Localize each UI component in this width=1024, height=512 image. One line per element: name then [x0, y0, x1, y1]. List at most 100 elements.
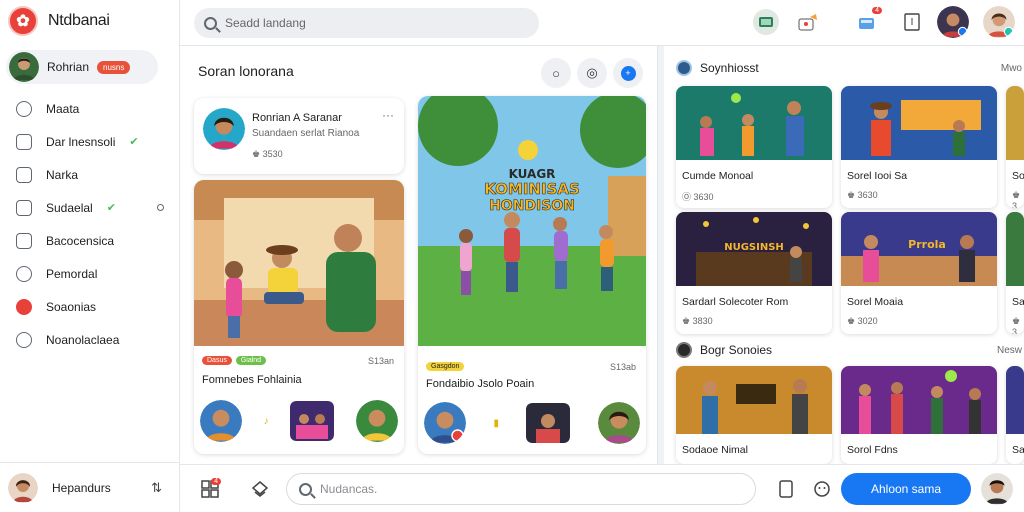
video-card[interactable]: Soo ♚ 3	[1006, 86, 1024, 208]
thumb-avatar[interactable]	[200, 400, 242, 442]
page-icon[interactable]	[898, 8, 926, 36]
gift-icon[interactable]	[794, 8, 822, 36]
video-card[interactable]: San ♚ 3	[1006, 212, 1024, 334]
video-card[interactable]: NUGSINSH Sardarl Solecoter Rom ♚ 3830	[676, 212, 832, 334]
bottom-bar: 4 Nudancas. Ahloon sama	[180, 464, 1024, 512]
brand[interactable]: ✿ Ntdbanai	[8, 6, 110, 36]
user-avatar[interactable]	[937, 6, 969, 38]
video-card[interactable]: Cumde Monoal Ⓞ 3630	[676, 86, 832, 208]
media-card[interactable]: Dasus Gialnd S13an Fomnebes Fohlainia ♪	[194, 180, 404, 454]
thumb-avatar[interactable]	[597, 402, 640, 444]
video-card[interactable]: Prrola Sorel Moaia ♚ 3020	[841, 212, 997, 334]
verified-check-icon: ✔	[106, 202, 116, 214]
user-avatar[interactable]	[983, 6, 1015, 38]
thumb-image[interactable]	[526, 403, 571, 443]
post-card[interactable]: Ronrian A Saranar Suandaen serlat Rianoa…	[194, 98, 404, 174]
card-title: Fomnebes Fohlainia	[202, 374, 302, 386]
sidebar-item-label: Dar lnesnsoli	[46, 134, 116, 149]
thumb-image[interactable]	[290, 401, 335, 441]
layers-icon[interactable]	[250, 479, 270, 499]
more-options-icon[interactable]: ···	[382, 108, 394, 122]
poster-top-text: KUAGR	[509, 167, 556, 181]
sidebar-item-maata[interactable]: Maata	[0, 92, 180, 125]
video-meta: Ⓞ 3630	[682, 192, 714, 202]
video-title: Sorel Iooi Sa	[847, 170, 908, 182]
user-avatar[interactable]	[981, 473, 1013, 505]
tag: Gialnd	[235, 356, 267, 365]
document-icon	[16, 133, 32, 150]
video-meta: ♚ 3	[1012, 190, 1021, 208]
main-feed: Soran lonorana ○ ◎ + Ronrian A Saranar S…	[180, 46, 658, 464]
card-thumbnails: ♪	[200, 400, 398, 442]
right-panel: Soynhiosst Mwo Cumde Monoal Ⓞ 3630 Sorel…	[664, 46, 1024, 464]
top-bar: Seadd landang 4	[180, 0, 1024, 46]
message-composer[interactable]: Nudancas.	[286, 473, 756, 505]
switch-account-icon[interactable]: ⇅	[151, 480, 162, 496]
globe-icon	[16, 265, 32, 282]
thumbnail-sign-text: Prrola	[908, 238, 946, 251]
notification-badge: 4	[211, 478, 221, 485]
sidebar-item-noanolaclaea[interactable]: Noanolaclaea	[0, 323, 180, 356]
video-meta: ♚ 3	[1012, 316, 1021, 334]
sidebar-nav: Maata Dar lnesnsoli ✔ Narka Sudaelal ✔ Bac…	[0, 92, 180, 356]
profile-badge: nusns	[97, 60, 131, 74]
status-dot-icon	[157, 204, 164, 211]
verified-check-icon: ✔	[129, 136, 139, 148]
section-icon	[676, 60, 692, 76]
sidebar-item-narka[interactable]: Narka	[0, 158, 180, 191]
feed-title: Soran lonorana	[198, 63, 294, 79]
account-name: Hepandurs	[52, 480, 111, 495]
poster-title-1: KOMINISAS	[484, 180, 580, 198]
section-title: Bogr Sonoies	[700, 343, 773, 357]
video-thumbnail	[841, 366, 997, 434]
search-bar[interactable]: Seadd landang	[194, 8, 539, 38]
thumb-avatar[interactable]	[355, 400, 398, 442]
video-card[interactable]: Sa	[1006, 366, 1024, 464]
sidebar-item-dar[interactable]: Dar lnesnsoli ✔	[0, 125, 180, 158]
account-switcher[interactable]: Hepandurs ⇅	[0, 462, 180, 512]
tv-icon[interactable]	[752, 8, 780, 36]
thumb-avatar[interactable]	[424, 402, 466, 444]
add-icon[interactable]: +	[613, 58, 643, 88]
sidebar-item-bacocensica[interactable]: Bacocensica	[0, 224, 180, 257]
sidebar-item-label: Narka	[46, 167, 79, 182]
sidebar-item-label: Noanolaclaea	[46, 332, 120, 347]
search-input[interactable]: Seadd landang	[225, 16, 306, 30]
section-header[interactable]: Soynhiosst Mwo	[676, 60, 1024, 76]
sidebar-item-label: Soaonias	[46, 299, 97, 314]
feed-actions: ○ ◎ +	[541, 58, 643, 88]
tag: Gasgdon	[426, 362, 465, 371]
cart-icon[interactable]: 4	[853, 7, 882, 36]
sidebar-item-soaonias[interactable]: Soaonias	[0, 290, 180, 323]
sparkle-icon: ♪	[263, 415, 269, 427]
search-icon[interactable]: ○	[541, 58, 571, 88]
profile-row[interactable]: Rohrian nusns	[6, 50, 158, 84]
notification-badge: 4	[872, 7, 882, 14]
app-logo-icon: ✿	[8, 6, 38, 36]
info-icon[interactable]: ◎	[577, 58, 607, 88]
video-card[interactable]: Sorel Iooi Sa ♚ 3630	[841, 86, 997, 208]
post-avatar	[203, 108, 245, 150]
sidebar-item-sudaelal[interactable]: Sudaelal ✔	[0, 191, 180, 224]
poster-image: KUAGR KOMINISAS HONDISON	[418, 96, 646, 346]
video-card[interactable]: Sorol Fdns	[841, 366, 997, 464]
profile-name: Rohrian	[47, 60, 90, 74]
video-card[interactable]: Sodaoe Nimal	[676, 366, 832, 464]
section-more-link[interactable]: Mwo	[1001, 63, 1022, 74]
video-thumbnail	[676, 366, 832, 434]
section-header[interactable]: Bogr Sonoies Nesw	[676, 342, 1024, 358]
bookmark-icon[interactable]	[776, 479, 796, 499]
media-card[interactable]: KUAGR KOMINISAS HONDISON Gasgdon S13ab F…	[418, 96, 646, 454]
video-thumbnail	[1006, 212, 1024, 286]
composer-input[interactable]: Nudancas.	[320, 482, 377, 496]
grid-icon[interactable]: 4	[200, 478, 221, 499]
search-icon	[299, 482, 312, 496]
profile-avatar	[9, 52, 39, 82]
section-more-link[interactable]: Nesw	[997, 345, 1022, 356]
video-thumbnail	[841, 86, 997, 160]
emoji-icon[interactable]	[812, 479, 832, 499]
sidebar-item-label: Pemordal	[46, 266, 98, 281]
media-image	[194, 180, 404, 346]
sidebar-item-pemordal[interactable]: Pemordal	[0, 257, 180, 290]
primary-action-button[interactable]: Ahloon sama	[841, 473, 971, 505]
